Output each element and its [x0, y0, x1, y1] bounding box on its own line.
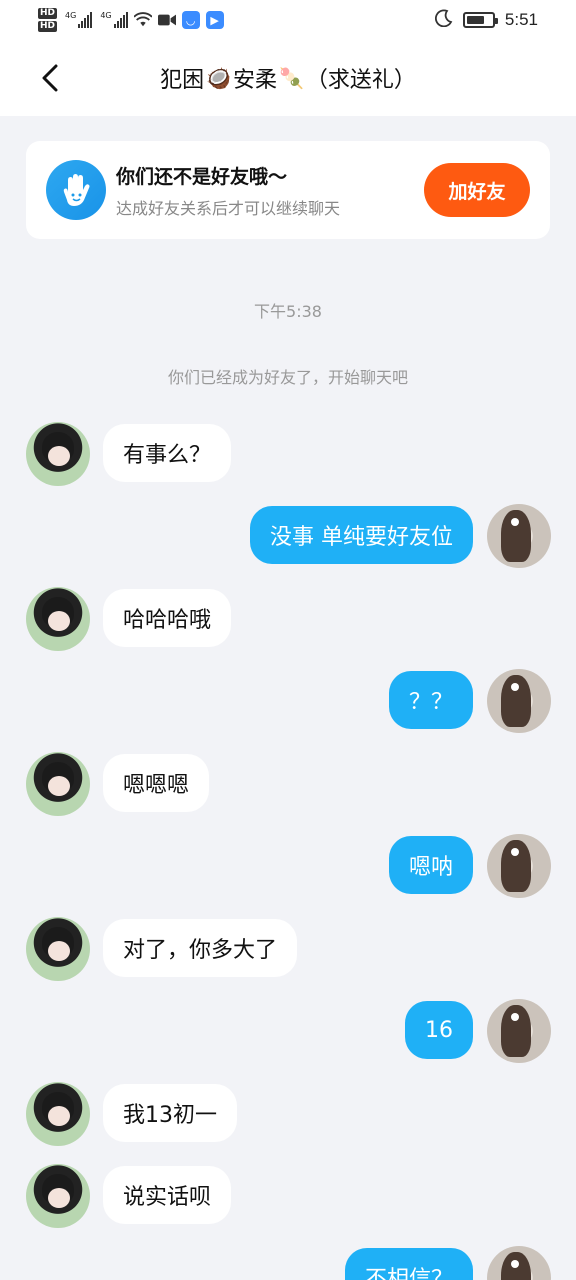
moon-icon: [434, 9, 453, 31]
hd-badge-2: HD: [38, 21, 58, 32]
message-bubble-received[interactable]: 嗯嗯嗯: [103, 754, 210, 812]
message-bubble-sent[interactable]: ？？: [388, 671, 473, 729]
system-message: 你们已经成为好友了，开始聊天吧: [167, 368, 408, 387]
dango-emoji: 🍡: [279, 66, 304, 90]
message-row: 没事 单纯要好友位: [0, 504, 576, 570]
my-avatar[interactable]: [487, 999, 551, 1063]
my-avatar[interactable]: [487, 669, 551, 733]
app-notification-icon-2: ▶: [205, 11, 224, 29]
my-avatar[interactable]: [487, 834, 551, 898]
signal-icon-2: 4G: [100, 11, 128, 28]
chat-title: 犯困 🥥 安柔 🍡 （求送礼）: [160, 62, 416, 94]
message-bubble-sent[interactable]: 嗯呐: [388, 836, 473, 894]
message-row: 我13初一: [0, 1082, 576, 1148]
message-row: 16: [0, 999, 576, 1065]
message-timestamp: 下午5:38: [254, 302, 322, 321]
network-label-2: 4G: [100, 11, 112, 20]
banner-subtitle: 达成好友关系后才可以继续聊天: [116, 198, 341, 218]
title-name-part1: 犯困: [160, 68, 205, 93]
message-bubble-received[interactable]: 哈哈哈哦: [103, 589, 232, 647]
contact-avatar[interactable]: [26, 1082, 90, 1146]
message-bubble-received[interactable]: 我13初一: [103, 1084, 237, 1142]
battery-icon: [462, 12, 498, 28]
add-friend-button[interactable]: 加好友: [424, 163, 530, 217]
hd-indicators: HD HD: [38, 8, 58, 32]
app-notification-icon: ◡: [181, 11, 200, 29]
title-name-part3: （求送礼）: [305, 68, 416, 93]
banner-text: 你们还不是好友哦～ 达成好友关系后才可以继续聊天: [116, 162, 424, 219]
title-name-part2: 安柔: [232, 68, 277, 93]
back-button[interactable]: [32, 60, 68, 96]
status-right: 5:51: [434, 9, 538, 31]
status-time: 5:51: [504, 10, 538, 29]
message-bubble-sent[interactable]: 没事 单纯要好友位: [250, 506, 473, 564]
message-bubble-received[interactable]: 对了，你多大了: [103, 919, 298, 977]
hd-badge-1: HD: [38, 8, 58, 19]
message-row: 对了，你多大了: [0, 917, 576, 983]
coconut-emoji: 🥥: [206, 66, 231, 90]
chat-header: 犯困 🥥 安柔 🍡 （求送礼）: [0, 40, 576, 116]
add-friend-banner: 你们还不是好友哦～ 达成好友关系后才可以继续聊天 加好友: [26, 141, 550, 239]
message-bubble-received[interactable]: 说实话呗: [103, 1166, 232, 1224]
video-camera-icon: [157, 12, 176, 28]
message-row: 有事么？: [0, 422, 576, 488]
message-bubble-sent[interactable]: 不相信？: [344, 1248, 473, 1280]
hand-wave-icon: [46, 160, 106, 220]
wifi-icon: [133, 12, 152, 28]
message-row: ？？: [0, 669, 576, 735]
contact-avatar[interactable]: [26, 752, 90, 816]
chevron-left-icon: [42, 64, 58, 92]
message-row: 嗯呐: [0, 834, 576, 900]
message-row: 哈哈哈哦: [0, 587, 576, 653]
my-avatar[interactable]: [487, 504, 551, 568]
message-row: 嗯嗯嗯: [0, 752, 576, 818]
status-bar: HD HD 4G 4G ◡ ▶ 5:51: [0, 0, 576, 40]
network-label-1: 4G: [65, 11, 77, 20]
message-bubble-received[interactable]: 有事么？: [103, 424, 232, 482]
banner-title: 你们还不是好友哦～: [116, 165, 288, 188]
contact-avatar[interactable]: [26, 422, 90, 486]
contact-avatar[interactable]: [26, 587, 90, 651]
contact-avatar[interactable]: [26, 1164, 90, 1228]
signal-icon-1: 4G: [65, 11, 93, 28]
message-row: 说实话呗: [0, 1164, 576, 1230]
message-bubble-sent[interactable]: 16: [405, 1001, 473, 1059]
message-row: 不相信？: [0, 1246, 576, 1280]
status-left: HD HD 4G 4G ◡ ▶: [38, 8, 224, 32]
contact-avatar[interactable]: [26, 917, 90, 981]
my-avatar[interactable]: [487, 1246, 551, 1280]
